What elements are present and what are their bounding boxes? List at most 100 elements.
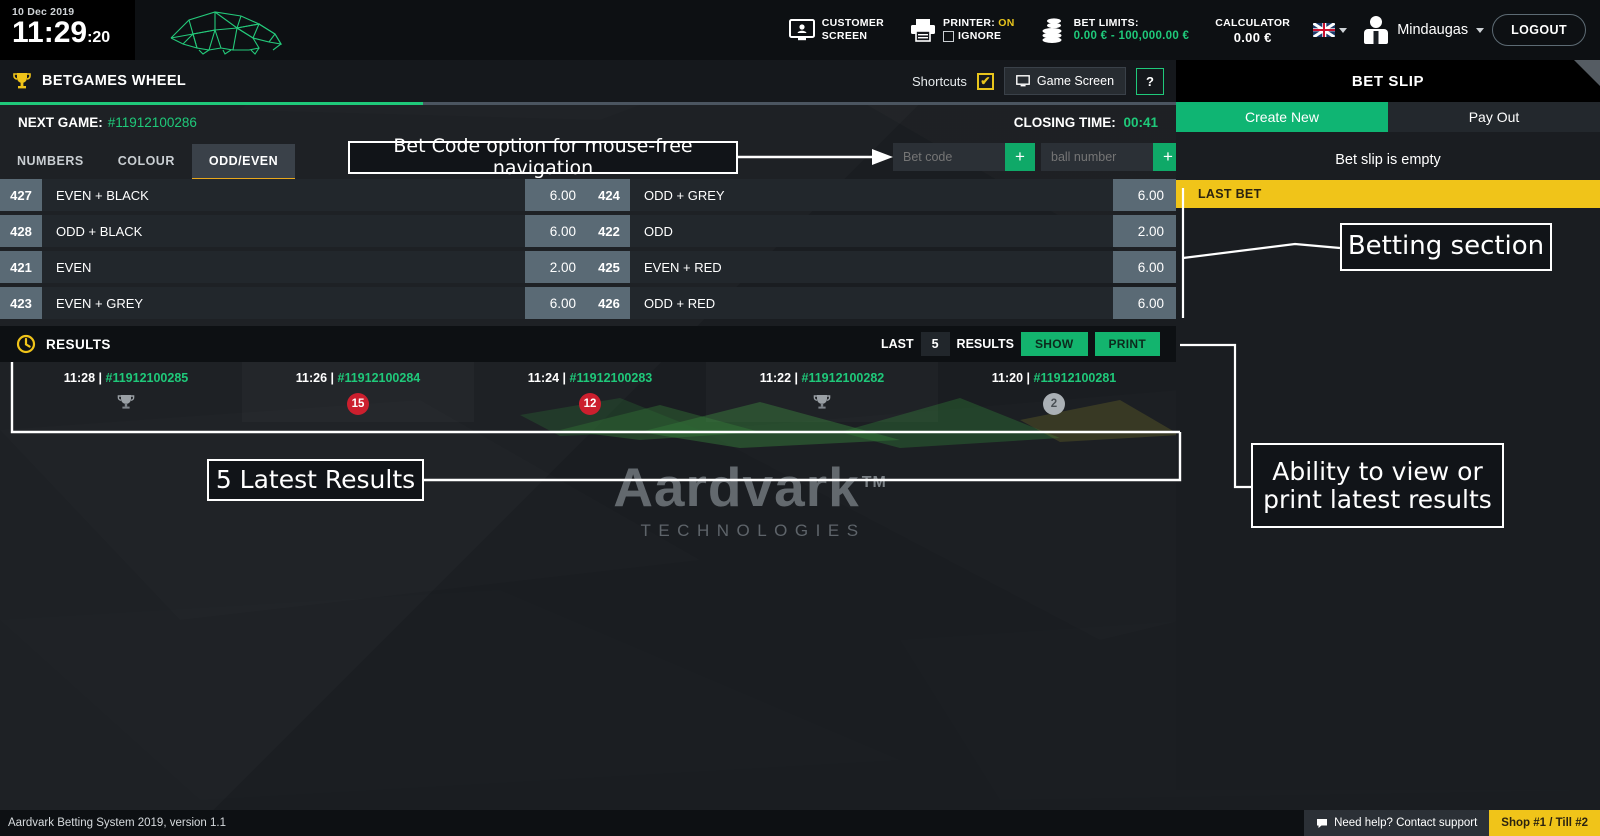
- footer-version: Aardvark Betting System 2019, version 1.…: [8, 817, 226, 829]
- results-title: RESULTS: [46, 336, 111, 352]
- printer-status-value: ON: [998, 17, 1015, 29]
- result-ball: 12: [579, 393, 601, 415]
- results-results-label: RESULTS: [956, 337, 1014, 351]
- bet-code-group: + +: [893, 143, 1183, 171]
- bet-limits[interactable]: BET LIMITS: 0.00 € - 100,000.00 €: [1028, 17, 1203, 43]
- result-item[interactable]: 11:22 | #11912100282: [706, 362, 938, 422]
- annotation-bet-code-text: Bet Code option for mouse-free navigatio…: [393, 135, 693, 179]
- result-time-id: 11:24 | #11912100283: [528, 371, 652, 385]
- trophy-icon: [13, 73, 31, 89]
- result-separator: |: [95, 371, 106, 385]
- user-menu[interactable]: Mindaugas: [1357, 16, 1492, 44]
- tab-colour[interactable]: COLOUR: [101, 144, 192, 181]
- result-item[interactable]: 11:28 | #11912100285: [10, 362, 242, 422]
- bet-odd[interactable]: 2.00: [525, 251, 588, 283]
- game-title-group: BETGAMES WHEEL: [12, 71, 186, 91]
- bet-odd[interactable]: 6.00: [525, 179, 588, 211]
- bet-column-right: 424 ODD + GREY 6.00 422 ODD 2.00 425 EVEN + RED…: [588, 178, 1176, 320]
- closing-time-label: CLOSING TIME:: [1013, 115, 1116, 130]
- bet-name: ODD + BLACK: [42, 215, 525, 247]
- result-item[interactable]: 11:20 | #11912100281 2: [938, 362, 1170, 422]
- avatar-icon: [1363, 16, 1389, 44]
- results-controls: LAST 5 RESULTS SHOW PRINT: [881, 332, 1160, 356]
- bet-row[interactable]: 425 EVEN + RED 6.00: [588, 250, 1176, 284]
- coins-icon: [1042, 18, 1062, 43]
- bet-type-tabs: NUMBERS COLOUR ODD/EVEN: [0, 144, 296, 181]
- calculator-value: 0.00 €: [1233, 29, 1272, 45]
- clock-seconds: :20: [87, 29, 111, 46]
- logout-button[interactable]: LOGOUT: [1492, 14, 1586, 46]
- bet-row[interactable]: 423 EVEN + GREY 6.00: [0, 286, 588, 320]
- resize-corner-icon[interactable]: [1574, 60, 1600, 86]
- bet-odd[interactable]: 6.00: [1113, 287, 1176, 319]
- shortcuts-label: Shortcuts: [912, 73, 967, 89]
- support-label: Need help? Contact support: [1334, 817, 1478, 829]
- bet-name: ODD: [630, 215, 1113, 247]
- clock-icon: [16, 334, 36, 354]
- monitor-icon: [788, 19, 815, 41]
- bet-row[interactable]: 426 ODD + RED 6.00: [588, 286, 1176, 320]
- result-item[interactable]: 11:26 | #11912100284 15: [242, 362, 474, 422]
- results-show-button[interactable]: SHOW: [1020, 332, 1088, 356]
- help-button[interactable]: ?: [1136, 67, 1164, 95]
- bet-row[interactable]: 428 ODD + BLACK 6.00: [0, 214, 588, 248]
- result-time: 11:26: [295, 371, 328, 385]
- bet-code-add-button[interactable]: +: [1005, 143, 1035, 171]
- bet-odd[interactable]: 6.00: [1113, 251, 1176, 283]
- shortcuts-checkbox[interactable]: ✔: [976, 72, 994, 90]
- bet-code-number: 423: [0, 287, 42, 319]
- shop-till-label[interactable]: Shop #1 / Till #2: [1489, 810, 1600, 836]
- bet-code-field: +: [893, 143, 1035, 171]
- bet-odd[interactable]: 6.00: [525, 215, 588, 247]
- bet-code-input[interactable]: [893, 143, 1005, 171]
- bet-odd[interactable]: 6.00: [1113, 179, 1176, 211]
- watermark-main: Aardvark TM: [600, 455, 900, 519]
- results-print-button[interactable]: PRINT: [1094, 332, 1160, 356]
- chevron-down-icon: [1476, 27, 1485, 33]
- watermark-text: Aardvark: [613, 456, 860, 518]
- result-separator: |: [327, 371, 338, 385]
- bet-name: ODD + RED: [630, 287, 1113, 319]
- next-game-id: #11912100286: [107, 115, 197, 130]
- result-trophy-icon: [812, 392, 832, 417]
- ball-number-field: +: [1041, 143, 1183, 171]
- bet-row[interactable]: 422 ODD 2.00: [588, 214, 1176, 248]
- bet-row[interactable]: 424 ODD + GREY 6.00: [588, 178, 1176, 212]
- bet-row[interactable]: 427 EVEN + BLACK 6.00: [0, 178, 588, 212]
- game-title: BETGAMES WHEEL: [42, 73, 187, 89]
- tab-pay-out[interactable]: Pay Out: [1388, 102, 1600, 132]
- results-count-input[interactable]: 5: [920, 332, 950, 356]
- footer-bar: Aardvark Betting System 2019, version 1.…: [0, 810, 1600, 836]
- annotation-latest-results-text: 5 Latest Results: [215, 465, 416, 494]
- result-item[interactable]: 11:24 | #11912100283 12: [474, 362, 706, 422]
- calculator-button[interactable]: CALCULATOR 0.00 €: [1202, 17, 1303, 44]
- bet-row[interactable]: 421 EVEN 2.00: [0, 250, 588, 284]
- chevron-down-icon: [1339, 27, 1348, 33]
- bet-name: EVEN: [42, 251, 525, 283]
- game-screen-button[interactable]: Game Screen: [1003, 67, 1127, 95]
- bet-code-number: 424: [588, 179, 630, 211]
- tab-numbers[interactable]: NUMBERS: [0, 144, 101, 181]
- brand-logo[interactable]: [135, 0, 320, 60]
- closing-time-value: 00:41: [1123, 115, 1158, 130]
- bet-slip-header: BET SLIP: [1176, 60, 1600, 102]
- bet-odd[interactable]: 6.00: [525, 287, 588, 319]
- printer-ignore-toggle[interactable]: IGNORE: [943, 30, 1015, 43]
- printer-status[interactable]: PRINTER: ON IGNORE: [897, 17, 1028, 43]
- customer-screen-button[interactable]: CUSTOMER SCREEN: [776, 17, 897, 43]
- tab-create-new[interactable]: Create New: [1176, 102, 1388, 132]
- result-id: #11912100283: [569, 371, 653, 385]
- tab-odd-even[interactable]: ODD/EVEN: [191, 144, 296, 181]
- results-last-label: LAST: [880, 337, 914, 351]
- bet-odd[interactable]: 2.00: [1113, 215, 1176, 247]
- last-bet-button[interactable]: LAST BET: [1176, 180, 1600, 208]
- bet-name: EVEN + GREY: [42, 287, 525, 319]
- game-screen-label: Game Screen: [1036, 74, 1115, 88]
- result-time-id: 11:28 | #11912100285: [64, 371, 188, 385]
- bet-name: EVEN + RED: [630, 251, 1113, 283]
- support-button[interactable]: Need help? Contact support: [1304, 810, 1490, 836]
- betting-section: 427 EVEN + BLACK 6.00 428 ODD + BLACK 6.00 421…: [0, 178, 1183, 320]
- ball-number-input[interactable]: [1041, 143, 1153, 171]
- language-selector[interactable]: [1303, 23, 1357, 37]
